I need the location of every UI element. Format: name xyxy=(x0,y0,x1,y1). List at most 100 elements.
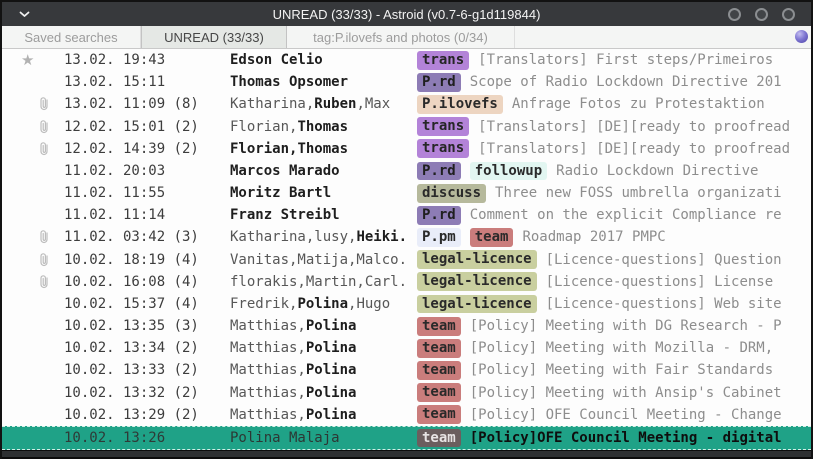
message-subject: [Policy] Meeting with Ansip's Cabinet xyxy=(470,385,782,401)
message-sender: Thomas Opsomer xyxy=(230,74,417,90)
message-tags-subject: team [Policy] OFE Council Meeting - Chang… xyxy=(417,405,811,424)
globe-icon xyxy=(795,30,808,43)
message-sender: florakis,Martin,Carl. xyxy=(230,274,417,290)
attachment-icon xyxy=(38,119,50,135)
message-row[interactable]: 13.02. 11:09 (8)Katharina,Ruben,MaxP.ilo… xyxy=(2,93,811,115)
attachment-icon xyxy=(38,252,50,268)
sender-name-segment: Polina xyxy=(306,407,357,423)
window-control-close-button[interactable] xyxy=(782,8,795,21)
window-title: UNREAD (33/33) - Astroid (v0.7-6-g1d1198… xyxy=(2,7,811,22)
sender-name-segment: Ruben xyxy=(314,96,356,112)
message-tags-subject: P.ilovefs Anfrage Fotos zu Protestaktion xyxy=(417,95,811,114)
message-sender: Vanitas,Matija,Malco. xyxy=(230,252,417,268)
message-row[interactable]: 11.02. 11:55Moritz BartldiscussThree new… xyxy=(2,182,811,204)
message-row[interactable]: 12.02. 15:01 (2)Florian,Thomastrans[Tran… xyxy=(2,116,811,138)
attachment-icon-wrap xyxy=(38,119,50,135)
sender-name-segment: Florian, xyxy=(230,119,297,135)
tag-badge: discuss xyxy=(417,184,486,203)
message-date: 11.02. 11:14 xyxy=(64,207,230,223)
message-sender: Matthias,Polina xyxy=(230,318,417,334)
message-subject: Anfrage Fotos zu Protestaktion xyxy=(512,96,765,112)
attachment-icon xyxy=(38,96,50,112)
message-date: 11.02. 20:03 xyxy=(64,163,230,179)
message-date: 10.02. 13:32 (2) xyxy=(64,385,230,401)
message-row[interactable]: 11.02. 11:14Franz StreiblP.rd Comment on … xyxy=(2,204,811,226)
message-subject: [Licence-questions] Web site xyxy=(546,296,782,312)
message-tags-subject: legal-licence[Licence-questions] License xyxy=(417,272,811,291)
sender-name-segment: Polina xyxy=(297,296,348,312)
message-sender: Franz Streibl xyxy=(230,207,417,223)
tag-badge: P.pm xyxy=(417,228,461,247)
message-sender: Katharina,Ruben,Max xyxy=(230,96,417,112)
message-sender: Katharina,lusy,Heiki. xyxy=(230,229,417,245)
message-tags-subject: team[Policy] Meeting with Ansip's Cabine… xyxy=(417,383,811,402)
message-tags-subject: team [Policy] Meeting with DG Research - … xyxy=(417,317,811,336)
message-row[interactable]: 10.02. 13:34 (2)Matthias,Polinateam[Poli… xyxy=(2,337,811,359)
message-row[interactable]: 10.02. 13:35 (3)Matthias,Polinateam [Poli… xyxy=(2,315,811,337)
message-tags-subject: trans[Translators] First steps/Primeiros xyxy=(417,51,811,70)
window-control-minimize-button[interactable] xyxy=(728,8,741,21)
message-tags-subject: team[Policy] Meeting with Fair Standards xyxy=(417,361,811,380)
window-controls xyxy=(728,8,795,21)
tag-badge: team xyxy=(417,317,461,336)
row-flag-cell xyxy=(2,141,64,157)
message-subject: [Policy] Meeting with DG Research - P xyxy=(470,318,782,334)
sender-name-segment: Matthias, xyxy=(230,340,306,356)
attachment-icon-wrap xyxy=(38,274,50,290)
message-date: 10.02. 16:08 (4) xyxy=(64,274,230,290)
message-row[interactable]: 10.02. 15:37 (4)Fredrik,Polina,Hugolegal… xyxy=(2,293,811,315)
message-tags-subject: team[Policy]OFE Council Meeting - digita… xyxy=(417,429,811,448)
message-date: 11.02. 11:55 xyxy=(64,185,230,201)
tab-unread[interactable]: UNREAD (33/33) xyxy=(141,26,287,48)
message-date: 12.02. 14:39 (2) xyxy=(64,141,230,157)
tag-badge: P.ilovefs xyxy=(417,95,503,114)
message-tags-subject: legal-licence[Licence-questions] Web sit… xyxy=(417,295,811,314)
sender-name-segment: Polina xyxy=(306,340,357,356)
tag-badge: team xyxy=(417,405,461,424)
message-row[interactable]: 10.02. 18:19 (4)Vanitas,Matija,Malco.leg… xyxy=(2,249,811,271)
message-date: 10.02. 13:33 (2) xyxy=(64,362,230,378)
message-tags-subject: trans[Translators] [DE][ready to proofre… xyxy=(417,117,811,136)
message-row[interactable]: 10.02. 13:32 (2)Matthias,Polina team[Poli… xyxy=(2,382,811,404)
sender-name-segment: Polina xyxy=(306,385,357,401)
message-tags-subject: P.rd Comment on the explicit Compliance r… xyxy=(417,206,811,225)
tag-badge: legal-licence xyxy=(417,250,537,269)
message-subject: [Policy] OFE Council Meeting - Change xyxy=(470,407,782,423)
window-menu-button[interactable] xyxy=(2,2,46,26)
message-sender: Edson Celio xyxy=(230,52,417,68)
message-row[interactable]: 10.02. 13:26Polina Malajateam[Policy]OFE… xyxy=(2,426,811,450)
sender-name-segment: Polina xyxy=(306,318,357,334)
message-row[interactable]: 10.02. 13:29 (2)Matthias,Polinateam[Poli… xyxy=(2,404,811,426)
message-subject: [Translators] First steps/Primeiros xyxy=(478,52,773,68)
message-row[interactable]: 10.02. 16:08 (4)florakis,Martin,Carl.leg… xyxy=(2,271,811,293)
star-icon: ★ xyxy=(21,53,34,68)
tag-badge: trans xyxy=(417,139,469,158)
tag-badge: P.rd xyxy=(417,206,461,225)
message-row[interactable]: 11.02. 03:42 (3)Katharina,lusy,Heiki.P.p… xyxy=(2,226,811,248)
sender-name-segment: Polina xyxy=(306,362,357,378)
sender-name-segment: Edson Celio xyxy=(230,52,323,68)
row-flag-cell xyxy=(2,119,64,135)
message-date: 10.02. 13:35 (3) xyxy=(64,318,230,334)
tab-saved-searches[interactable]: Saved searches xyxy=(2,26,141,48)
sender-name-segment: Matthias, xyxy=(230,362,306,378)
row-flag-cell: ★ xyxy=(2,53,64,68)
tag-badge: team xyxy=(417,361,461,380)
sender-name-segment: Matthias, xyxy=(230,385,306,401)
message-row[interactable]: 12.02. 14:39 (2)Florian,Thomastrans[Tran… xyxy=(2,138,811,160)
message-row[interactable]: 13.02. 15:11Thomas OpsomerP.rdScope of R… xyxy=(2,71,811,93)
tag-badge: team xyxy=(417,429,461,448)
message-row[interactable]: 11.02. 20:03Marcos MaradoP.rdfollowupRad… xyxy=(2,160,811,182)
bottom-status-band xyxy=(2,450,811,459)
message-subject: Comment on the explicit Compliance re xyxy=(470,207,782,223)
message-sender: Matthias,Polina xyxy=(230,340,417,356)
message-date: 13.02. 19:43 xyxy=(64,52,230,68)
sender-name-segment: Florian, xyxy=(230,141,297,157)
message-row[interactable]: 10.02. 13:33 (2)Matthias,Polina team[Poli… xyxy=(2,359,811,381)
tag-badge: team xyxy=(417,339,461,358)
tab-ilovefs-photos[interactable]: tag:P.ilovefs and photos (0/34) xyxy=(287,26,515,48)
message-row[interactable]: ★ 13.02. 19:43Edson Celio trans[Translator… xyxy=(2,49,811,71)
message-subject: Roadmap 2017 PMPC xyxy=(522,229,665,245)
window-control-maximize-button[interactable] xyxy=(755,8,768,21)
message-sender: Florian,Thomas xyxy=(230,141,417,157)
